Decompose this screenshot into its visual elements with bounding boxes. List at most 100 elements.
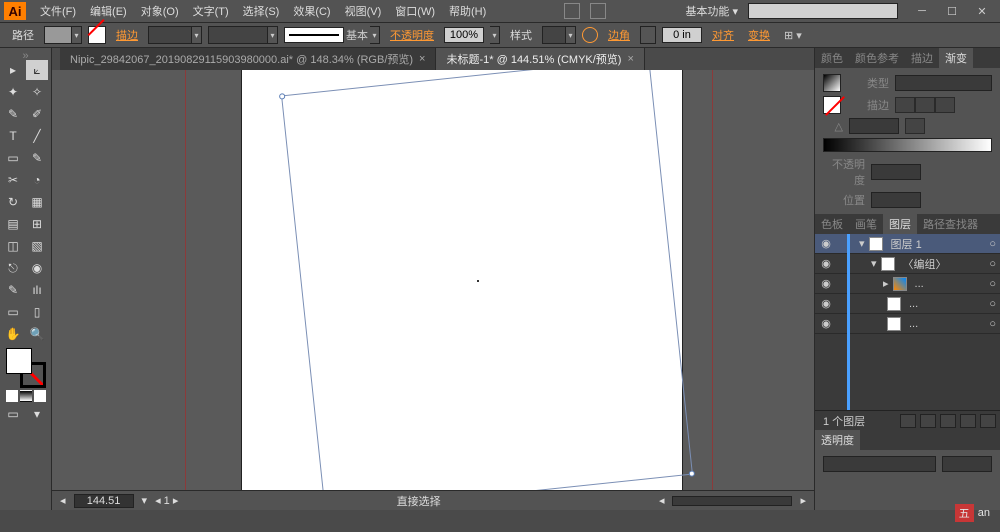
angle-input[interactable] (849, 118, 899, 134)
slice-tool[interactable]: ▯ (26, 302, 48, 322)
line-tool[interactable]: ╱ (26, 126, 48, 146)
selection-rectangle[interactable] (281, 70, 693, 490)
menu-object[interactable]: 对象(O) (135, 1, 185, 21)
opacity-link[interactable]: 不透明度 (386, 27, 438, 43)
transform-link[interactable]: 变换 (744, 27, 774, 43)
rotate-tool[interactable]: ◔ (26, 170, 48, 190)
artboard-nav-prev[interactable]: ◂ (60, 494, 66, 507)
target-icon[interactable]: ○ (989, 238, 996, 250)
align-panel-link[interactable]: 对齐 (708, 27, 738, 43)
free-transform-tool[interactable]: ▤ (2, 214, 24, 234)
layer-row[interactable]: ◉ ▾ 图层 1 ○ (815, 234, 1000, 254)
locate-object-icon[interactable] (900, 414, 916, 428)
style-dd[interactable] (566, 26, 576, 44)
align-icon[interactable] (640, 26, 656, 44)
mesh-tool[interactable]: ▧ (26, 236, 48, 256)
fill-box[interactable] (6, 348, 32, 374)
slider-location-input[interactable] (871, 192, 921, 208)
perspective-tool[interactable]: ◫ (2, 236, 24, 256)
paintbrush-tool[interactable]: ✎ (26, 148, 48, 168)
selection-handle-tl[interactable] (279, 93, 286, 100)
tab-transparency[interactable]: 透明度 (815, 430, 860, 450)
stroke-weight[interactable] (148, 26, 192, 44)
selection-handle-br[interactable] (689, 470, 696, 477)
make-clipping-mask-icon[interactable] (920, 414, 936, 428)
style-swatch[interactable] (542, 26, 566, 44)
gradient-preview[interactable] (823, 74, 841, 92)
type-tool[interactable]: T (2, 126, 24, 146)
menu-file[interactable]: 文件(F) (34, 1, 82, 21)
visibility-icon[interactable]: ◉ (819, 277, 833, 291)
fill-dropdown[interactable] (72, 26, 82, 44)
scroll-right[interactable]: ▸ (800, 494, 806, 507)
hand-tool[interactable]: ✋ (2, 324, 24, 344)
menu-view[interactable]: 视图(V) (339, 1, 388, 21)
curvature-tool[interactable]: ✐ (26, 104, 48, 124)
tab-pathfinder[interactable]: 路径查找器 (917, 214, 984, 234)
document-tab-2[interactable]: 未标题-1* @ 144.51% (CMYK/预览)× (436, 48, 644, 70)
stroke-link[interactable]: 描边 (112, 27, 142, 43)
fill-swatch[interactable] (44, 26, 72, 44)
zoom-dd[interactable]: ▾ (142, 494, 148, 507)
menu-edit[interactable]: 编辑(E) (84, 1, 133, 21)
magic-wand-tool[interactable]: ✦ (2, 82, 24, 102)
layer-row[interactable]: ◉ ▸ ... ○ (815, 274, 1000, 294)
transparency-opacity-input[interactable] (942, 456, 992, 472)
tab-brushes[interactable]: 画笔 (849, 214, 883, 234)
visibility-icon[interactable]: ◉ (819, 297, 833, 311)
workspace-switcher[interactable]: 基本功能 ▾ (677, 3, 746, 19)
window-maximize[interactable]: ☐ (938, 2, 966, 20)
slider-opacity-input[interactable] (871, 164, 921, 180)
target-icon[interactable]: ○ (989, 318, 996, 330)
blend-tool[interactable]: ✎ (2, 280, 24, 300)
visibility-icon[interactable]: ◉ (819, 317, 833, 331)
layer-name[interactable]: 图层 1 (887, 236, 986, 252)
stroke-profile[interactable] (208, 26, 268, 44)
stroke-swatch[interactable] (88, 26, 106, 44)
gradient-tool[interactable]: ⎋ (2, 258, 24, 278)
layer-name[interactable]: ... (905, 318, 985, 330)
layer-name[interactable]: ... (911, 278, 986, 290)
brush-preview[interactable] (284, 27, 344, 43)
gradient-mode[interactable] (20, 390, 32, 402)
opacity-dd[interactable] (490, 26, 500, 44)
menu-effect[interactable]: 效果(C) (287, 1, 336, 21)
align-link[interactable]: 边角 (604, 27, 634, 43)
stroke-profile-dd[interactable] (268, 26, 278, 44)
lasso-tool[interactable]: ✧ (26, 82, 48, 102)
tab-layers[interactable]: 图层 (883, 214, 917, 234)
new-layer-icon[interactable] (960, 414, 976, 428)
visibility-icon[interactable]: ◉ (819, 257, 833, 271)
stroke-mode-1[interactable] (895, 97, 915, 113)
layout-icon-1[interactable] (564, 3, 580, 19)
gradient-slider[interactable] (823, 138, 992, 152)
stroke-mode-3[interactable] (935, 97, 955, 113)
scale-tool[interactable]: ↻ (2, 192, 24, 212)
scroll-left[interactable]: ◂ (659, 494, 665, 507)
window-close[interactable]: ✕ (968, 2, 996, 20)
width-tool[interactable]: ▦ (26, 192, 48, 212)
target-icon[interactable]: ○ (989, 278, 996, 290)
layer-name[interactable]: ... (905, 298, 985, 310)
artboard-nav[interactable]: ◂ 1 ▸ (155, 494, 178, 507)
blend-mode-select[interactable] (823, 456, 936, 472)
canvas[interactable] (52, 70, 814, 490)
target-icon[interactable]: ○ (989, 258, 996, 270)
brush-dd[interactable] (370, 26, 380, 44)
tab-swatches[interactable]: 色板 (815, 214, 849, 234)
gradient-stroke-preview[interactable] (823, 96, 841, 114)
document-tab-1[interactable]: Nipic_29842067_20190829115903980000.ai* … (60, 48, 436, 70)
pen-tool[interactable]: ✎ (2, 104, 24, 124)
tab-stroke[interactable]: 描边 (905, 48, 939, 68)
fill-stroke-control[interactable] (6, 348, 46, 388)
direct-selection-tool[interactable]: ⟀ (26, 60, 48, 80)
search-input[interactable] (748, 3, 898, 19)
layer-name[interactable]: 〈编组〉 (899, 256, 986, 272)
layer-row[interactable]: ◉ ... ○ (815, 294, 1000, 314)
artboard-tool[interactable]: ▭ (2, 302, 24, 322)
target-icon[interactable]: ○ (989, 298, 996, 310)
layout-icon-2[interactable] (590, 3, 606, 19)
tab-color-guide[interactable]: 颜色参考 (849, 48, 905, 68)
new-sublayer-icon[interactable] (940, 414, 956, 428)
opacity-input[interactable] (444, 27, 484, 43)
